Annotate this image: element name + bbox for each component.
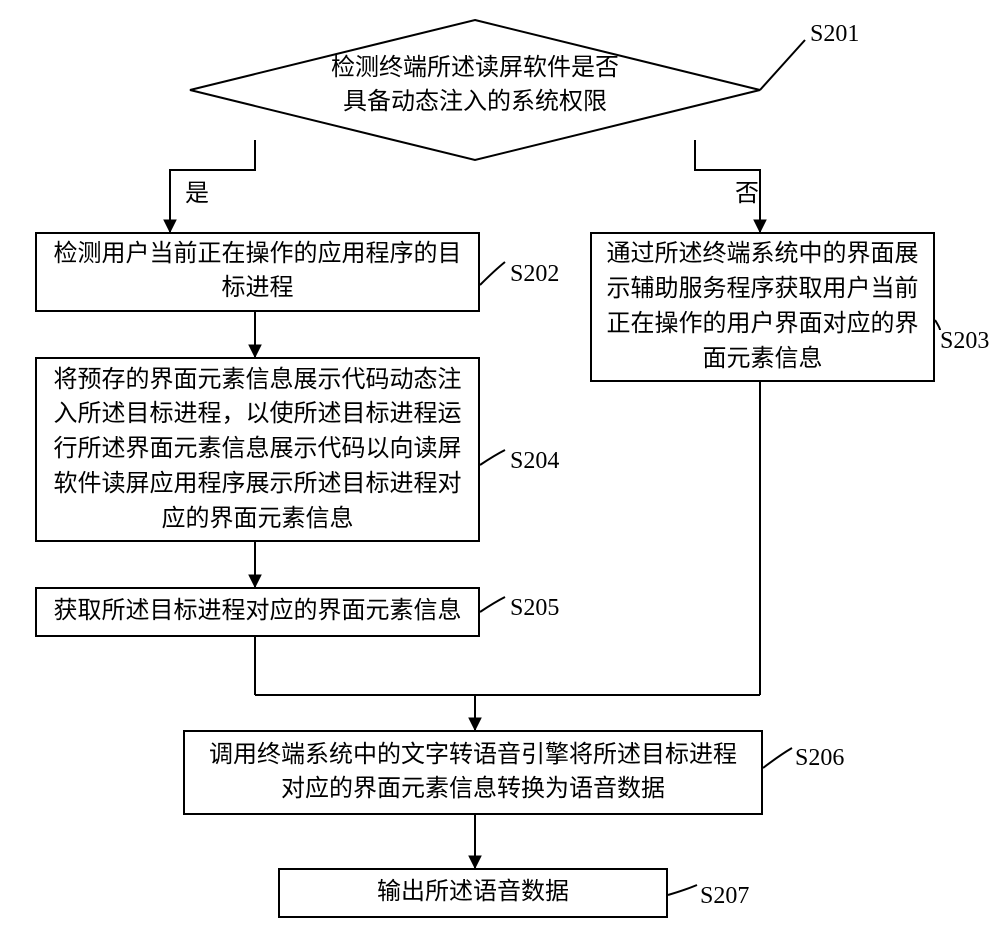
process-s204: 将预存的界面元素信息展示代码动态注 入所述目标进程，以使所述目标进程运 行所述界…	[35, 357, 480, 542]
label-s201: S201	[810, 18, 859, 52]
label-s205: S205	[510, 592, 559, 626]
label-s207: S207	[700, 880, 749, 914]
label-s202: S202	[510, 258, 559, 292]
flowchart-canvas: 检测终端所述读屏软件是否 具备动态注入的系统权限 S201 是 否 检测用户当前…	[0, 0, 1000, 929]
label-s203: S203	[940, 325, 989, 359]
process-s207: 输出所述语音数据	[278, 868, 668, 918]
branch-yes: 是	[185, 178, 209, 212]
decision-s201: 检测终端所述读屏软件是否 具备动态注入的系统权限	[260, 52, 690, 119]
process-s203: 通过所述终端系统中的界面展 示辅助服务程序获取用户当前 正在操作的用户界面对应的…	[590, 232, 935, 382]
process-s205: 获取所述目标进程对应的界面元素信息	[35, 587, 480, 637]
process-s206: 调用终端系统中的文字转语音引擎将所述目标进程 对应的界面元素信息转换为语音数据	[183, 730, 763, 815]
process-s202: 检测用户当前正在操作的应用程序的目 标进程	[35, 232, 480, 312]
label-s204: S204	[510, 445, 559, 479]
label-s206: S206	[795, 742, 844, 776]
branch-no: 否	[735, 178, 759, 212]
